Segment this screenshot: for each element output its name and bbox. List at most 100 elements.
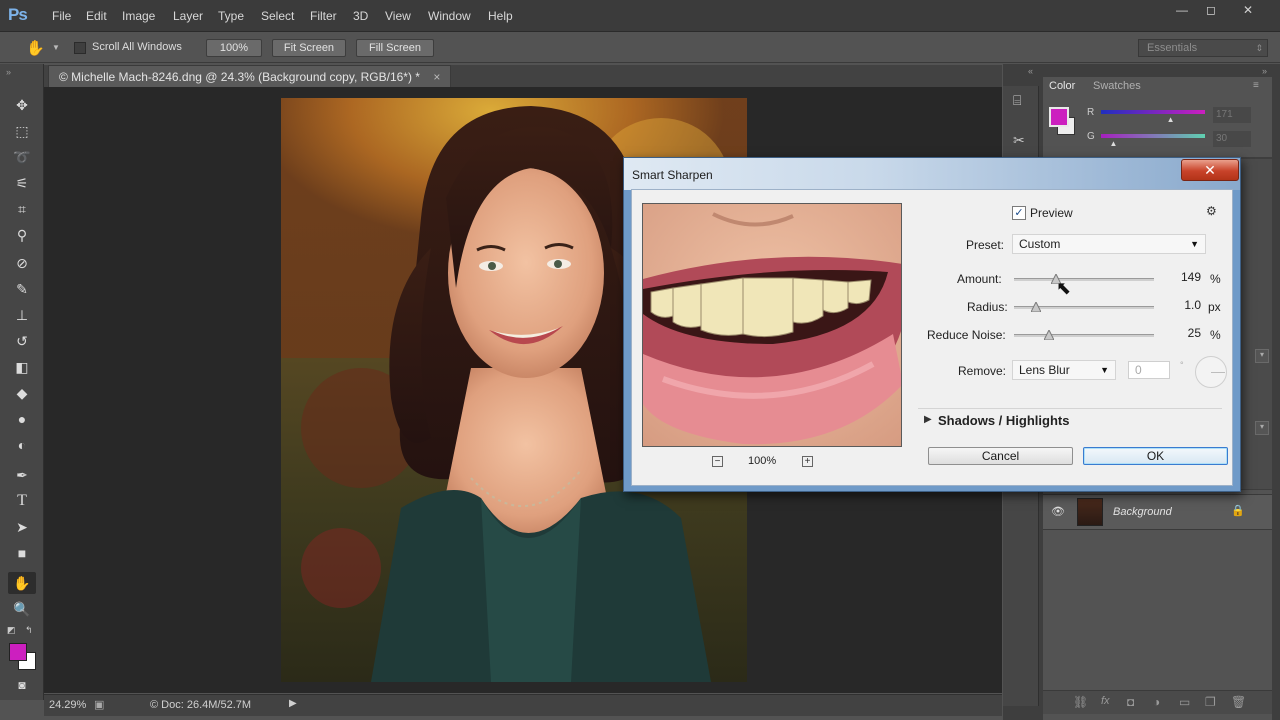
- menu-3d[interactable]: 3D: [353, 9, 368, 23]
- new-layer-icon[interactable]: ❐: [1205, 695, 1216, 709]
- hand-tool-icon[interactable]: ✋: [26, 39, 45, 57]
- path-selection-tool-icon[interactable]: ➤: [12, 518, 32, 536]
- add-mask-icon[interactable]: ◘: [1127, 695, 1134, 709]
- menu-window[interactable]: Window: [428, 9, 471, 23]
- brush-tool-icon[interactable]: ✎: [12, 280, 32, 298]
- close-icon[interactable]: ✕: [1238, 4, 1258, 18]
- menu-help[interactable]: Help: [488, 9, 513, 23]
- healing-brush-tool-icon[interactable]: ⊘: [12, 254, 32, 272]
- doc-size: © Doc: 26.4M/52.7M: [150, 699, 252, 711]
- layer-name[interactable]: Background: [1113, 506, 1172, 518]
- swap-colors-icon[interactable]: ↰: [25, 625, 33, 636]
- eraser-tool-icon[interactable]: ◧: [12, 358, 32, 376]
- radius-slider-thumb[interactable]: [1031, 302, 1042, 312]
- channel-g-thumb[interactable]: ▲: [1109, 139, 1117, 148]
- eyedropper-tool-icon[interactable]: ⚲: [12, 226, 32, 244]
- panel-dropdown-icon-2[interactable]: ▾: [1255, 421, 1269, 435]
- menu-edit[interactable]: Edit: [86, 9, 107, 23]
- menu-image[interactable]: Image: [122, 9, 155, 23]
- collapse-dock-icon[interactable]: «: [1028, 66, 1033, 76]
- zoom-in-button[interactable]: +: [802, 456, 813, 467]
- ok-button[interactable]: OK: [1083, 447, 1228, 465]
- paint-bucket-tool-icon[interactable]: ◆: [12, 384, 32, 402]
- new-group-icon[interactable]: ▭: [1179, 695, 1190, 709]
- layer-row[interactable]: 👁 Background 🔒: [1043, 494, 1272, 530]
- brush-panel-icon[interactable]: ✂: [1013, 132, 1025, 149]
- reduce-noise-slider[interactable]: [1014, 334, 1154, 337]
- zoom-out-button[interactable]: −: [712, 456, 723, 467]
- minimize-icon[interactable]: —: [1172, 4, 1192, 18]
- radius-input[interactable]: 1.0: [1163, 296, 1205, 316]
- menu-layer[interactable]: Layer: [173, 9, 203, 23]
- menu-file[interactable]: File: [52, 9, 71, 23]
- clone-stamp-tool-icon[interactable]: ⊥: [12, 306, 32, 324]
- channel-r-value[interactable]: 171: [1213, 107, 1251, 123]
- reduce-noise-input[interactable]: 25: [1163, 324, 1205, 344]
- dialog-title-bar[interactable]: Smart Sharpen ✕: [624, 158, 1240, 190]
- zoom-level[interactable]: 24.29%: [49, 699, 86, 711]
- quick-mask-icon[interactable]: ◙: [12, 676, 32, 694]
- adjustment-layer-icon[interactable]: ◑: [1153, 695, 1160, 709]
- foreground-swatch[interactable]: [1049, 107, 1069, 127]
- amount-input[interactable]: 149: [1163, 268, 1205, 288]
- scroll-all-windows-checkbox[interactable]: [74, 42, 86, 54]
- history-panel-icon[interactable]: ⌸: [1013, 92, 1021, 109]
- move-tool-icon[interactable]: ✥: [12, 96, 32, 114]
- menu-view[interactable]: View: [385, 9, 411, 23]
- cancel-button[interactable]: Cancel: [928, 447, 1073, 465]
- workspace-select[interactable]: Essentials ⇕: [1138, 39, 1268, 57]
- blur-tool-icon[interactable]: ●: [12, 410, 32, 428]
- collapse-icon[interactable]: »: [6, 67, 11, 77]
- angle-input[interactable]: 0: [1128, 361, 1170, 379]
- eye-icon[interactable]: 👁: [1051, 505, 1065, 518]
- preview-checkbox[interactable]: ✓: [1012, 206, 1026, 220]
- fx-icon[interactable]: fx: [1101, 695, 1110, 707]
- link-layers-icon[interactable]: ⛓: [1073, 695, 1088, 709]
- channel-g-value[interactable]: 30: [1213, 131, 1251, 147]
- panel-menu-icon[interactable]: ≡: [1253, 80, 1259, 91]
- menu-select[interactable]: Select: [261, 9, 294, 23]
- panel-dropdown-icon[interactable]: ▾: [1255, 349, 1269, 363]
- close-tab-icon[interactable]: ×: [433, 70, 440, 84]
- dodge-tool-icon[interactable]: ◐: [12, 436, 32, 454]
- hand-tool-selected-icon[interactable]: ✋: [8, 572, 36, 594]
- default-colors-icon[interactable]: ◩: [7, 625, 16, 636]
- crop-tool-icon[interactable]: ⌗: [12, 200, 32, 218]
- status-menu-arrow-icon[interactable]: ▶: [289, 698, 297, 709]
- rectangle-tool-icon[interactable]: ■: [12, 544, 32, 562]
- maximize-icon[interactable]: ◻: [1201, 4, 1221, 18]
- trash-icon[interactable]: 🗑: [1231, 695, 1246, 709]
- marquee-tool-icon[interactable]: ⬚: [12, 122, 32, 140]
- reduce-noise-slider-thumb[interactable]: [1044, 330, 1054, 340]
- fill-screen-button[interactable]: Fill Screen: [356, 39, 434, 57]
- chevron-down-icon[interactable]: ▼: [52, 43, 60, 52]
- quick-selection-tool-icon[interactable]: ⚟: [12, 174, 32, 192]
- tab-swatches[interactable]: Swatches: [1093, 80, 1141, 92]
- disclosure-triangle-icon[interactable]: ▶: [924, 414, 932, 425]
- amount-slider[interactable]: [1014, 278, 1154, 281]
- menu-filter[interactable]: Filter: [310, 9, 337, 23]
- tab-color[interactable]: Color: [1049, 80, 1075, 92]
- gear-icon[interactable]: ⚙: [1206, 204, 1217, 218]
- zoom-tool-icon[interactable]: 🔍: [12, 600, 32, 618]
- preset-select[interactable]: Custom ▼: [1012, 234, 1206, 254]
- foreground-color-swatch[interactable]: [9, 643, 27, 661]
- pen-tool-icon[interactable]: ✒: [12, 466, 32, 484]
- expand-dock-icon[interactable]: »: [1262, 66, 1267, 76]
- remove-select[interactable]: Lens Blur ▼: [1012, 360, 1116, 380]
- channel-r-slider[interactable]: [1101, 110, 1205, 114]
- zoom-100-button[interactable]: 100%: [206, 39, 262, 57]
- type-tool-icon[interactable]: T: [12, 492, 32, 510]
- layers-panel: 👁 Background 🔒 ⛓ fx ◘ ◑ ▭ ❐ 🗑: [1043, 490, 1272, 720]
- fit-screen-button[interactable]: Fit Screen: [272, 39, 346, 57]
- shadows-highlights-toggle[interactable]: Shadows / Highlights: [938, 413, 1069, 428]
- menu-type[interactable]: Type: [218, 9, 244, 23]
- lasso-tool-icon[interactable]: ➰: [12, 148, 32, 166]
- channel-g-slider[interactable]: [1101, 134, 1205, 138]
- history-brush-tool-icon[interactable]: ↺: [12, 332, 32, 350]
- document-tab[interactable]: © Michelle Mach-8246.dng @ 24.3% (Backgr…: [48, 65, 452, 87]
- sharpen-preview[interactable]: [642, 203, 902, 447]
- angle-dial[interactable]: [1195, 356, 1227, 388]
- dialog-close-button[interactable]: ✕: [1181, 159, 1239, 181]
- channel-r-thumb[interactable]: ▲: [1167, 115, 1175, 124]
